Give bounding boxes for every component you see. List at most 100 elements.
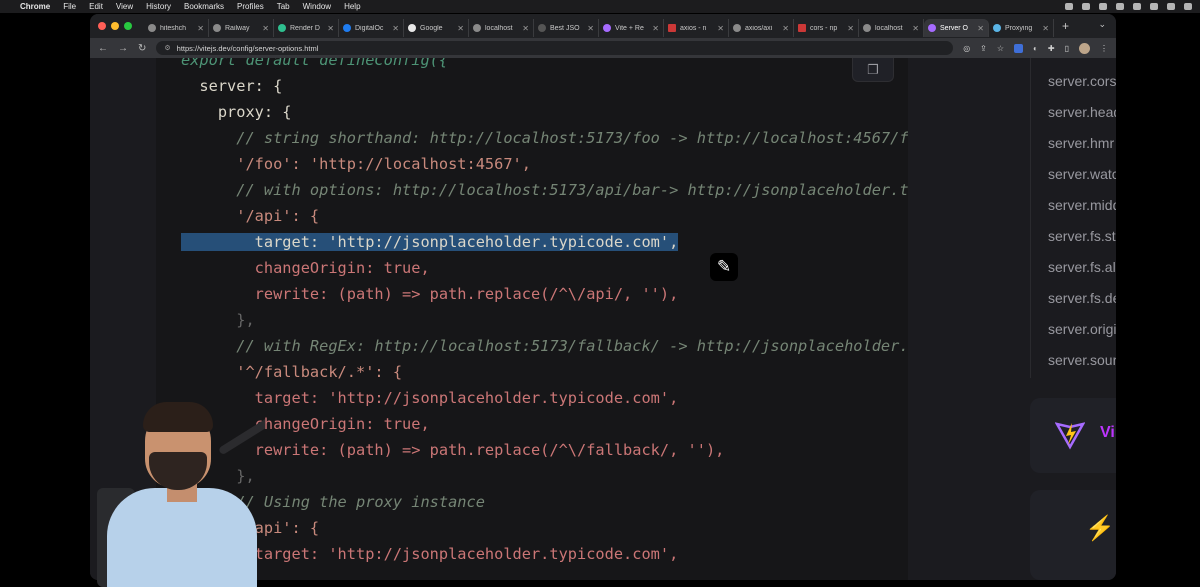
close-tab-icon[interactable]: ✕	[717, 24, 724, 33]
tab-best-json[interactable]: Best JSO ✕	[534, 19, 599, 37]
status-icon[interactable]	[1065, 3, 1073, 10]
close-tab-icon[interactable]: ✕	[847, 24, 854, 33]
minimize-window-button[interactable]	[111, 22, 119, 30]
menu-profiles[interactable]: Profiles	[237, 2, 264, 11]
tab-axios-npm[interactable]: axios - n ✕	[664, 19, 729, 37]
menu-history[interactable]: History	[146, 2, 171, 11]
control-center-icon[interactable]	[1167, 3, 1175, 10]
tab-vite-react[interactable]: Vite + Re ✕	[599, 19, 664, 37]
close-tab-icon[interactable]: ✕	[522, 24, 529, 33]
page-icon	[538, 24, 546, 32]
code-comment: // with RegEx: http://localhost:5173/fal…	[181, 337, 908, 355]
code-line: proxy: {	[181, 103, 292, 121]
feature-card[interactable]: ⚡	[1030, 490, 1116, 580]
share-icon[interactable]: ⇪	[980, 44, 987, 53]
close-tab-icon[interactable]: ✕	[587, 24, 594, 33]
npm-icon	[798, 24, 806, 32]
address-bar[interactable]: ⚙ https://vitejs.dev/config/server-optio…	[156, 41, 954, 55]
tab-proxying[interactable]: Proxying ✕	[989, 19, 1054, 37]
forward-arrow-icon[interactable]: →	[118, 43, 128, 54]
menu-tab[interactable]: Tab	[277, 2, 290, 11]
new-tab-button[interactable]: +	[1062, 19, 1069, 33]
reload-icon[interactable]: ↻	[138, 43, 146, 54]
google-lens-icon[interactable]: ◎	[963, 44, 970, 53]
close-tab-icon[interactable]: ✕	[1042, 24, 1049, 33]
close-tab-icon[interactable]: ✕	[457, 24, 464, 33]
more-menu-icon[interactable]: ⋮	[1100, 44, 1108, 53]
outline-link[interactable]: server.fs.allow	[1048, 252, 1116, 283]
menu-help[interactable]: Help	[344, 2, 360, 11]
menu-edit[interactable]: Edit	[89, 2, 103, 11]
close-tab-icon[interactable]: ✕	[197, 24, 204, 33]
menu-view[interactable]: View	[116, 2, 133, 11]
close-tab-icon[interactable]: ✕	[327, 24, 334, 33]
browser-toolbar: ← → ↻ ⚙ https://vitejs.dev/config/server…	[90, 38, 1116, 58]
tab-localhost[interactable]: localhost ✕	[469, 19, 534, 37]
copy-icon: ❐	[867, 61, 879, 77]
tab-axios-github[interactable]: axios/axi ✕	[729, 19, 794, 37]
tab-render[interactable]: Render D ✕	[274, 19, 339, 37]
menu-bookmarks[interactable]: Bookmarks	[184, 2, 224, 11]
outline-link[interactable]: server.origin	[1048, 314, 1116, 345]
close-tab-icon[interactable]: ✕	[652, 24, 659, 33]
npm-icon	[668, 24, 676, 32]
tab-digitalocean[interactable]: DigitalOc ✕	[339, 19, 404, 37]
globe-icon	[473, 24, 481, 32]
tab-strip: hiteshch ✕ Railway ✕ Render D ✕ DigitalOc ✕ …	[90, 14, 1116, 38]
code-block: export default defineConfig({ server: { …	[156, 58, 908, 580]
outline-link[interactable]: server.sourcemapIgnoreList	[1048, 345, 1116, 376]
code-line: server: {	[181, 77, 283, 95]
tab-server-options[interactable]: Server O ✕	[924, 19, 989, 37]
extensions-puzzle-icon[interactable]: ✚	[1048, 44, 1055, 53]
google-icon	[408, 24, 416, 32]
wifi-icon[interactable]	[1150, 3, 1158, 10]
outline-divider	[1030, 58, 1031, 378]
outline-link[interactable]: server.headers	[1048, 97, 1116, 128]
outline-link[interactable]: server.fs.deny	[1048, 283, 1116, 314]
zoom-window-button[interactable]	[124, 22, 132, 30]
code-comment: // string shorthand: http://localhost:51…	[181, 129, 908, 147]
close-tab-icon[interactable]: ✕	[262, 24, 269, 33]
status-icon[interactable]	[1116, 3, 1124, 10]
url-text[interactable]: https://vitejs.dev/config/server-options…	[177, 44, 319, 53]
tab-google[interactable]: Google ✕	[404, 19, 469, 37]
menu-file[interactable]: File	[63, 2, 76, 11]
code-line: rewrite: (path) => path.replace(/^\/api/…	[181, 285, 679, 303]
outline-link[interactable]: server.fs.strict	[1048, 221, 1116, 252]
outline-link[interactable]: server.middlewareMode	[1048, 190, 1116, 221]
extension-icon[interactable]: ◐	[1033, 44, 1038, 53]
tab-localhost-2[interactable]: localhost ✕	[859, 19, 924, 37]
extension-icon[interactable]	[1014, 43, 1024, 53]
close-tab-icon[interactable]: ✕	[977, 24, 984, 33]
webcam-overlay	[95, 400, 265, 587]
outline-link[interactable]: server.watch	[1048, 159, 1116, 190]
status-icon[interactable]	[1082, 3, 1090, 10]
side-panel-icon[interactable]: ▯	[1065, 44, 1069, 53]
chevron-down-icon[interactable]: ⌄	[1098, 19, 1106, 30]
annotation-pencil-icon[interactable]: ✎	[710, 253, 738, 281]
site-info-icon[interactable]: ⚙	[164, 44, 170, 52]
menu-app-name[interactable]: Chrome	[20, 2, 50, 11]
menu-window[interactable]: Window	[303, 2, 331, 11]
outline-link[interactable]: server.cors	[1048, 66, 1116, 97]
close-tab-icon[interactable]: ✕	[912, 24, 919, 33]
status-icon[interactable]	[1133, 3, 1141, 10]
tab-railway[interactable]: Railway ✕	[209, 19, 274, 37]
code-text[interactable]: export default defineConfig({ server: { …	[181, 58, 908, 567]
status-icon[interactable]	[1099, 3, 1107, 10]
bookmark-star-icon[interactable]: ☆	[997, 44, 1004, 53]
back-arrow-icon[interactable]: ←	[98, 43, 108, 54]
tab-hiteshch[interactable]: hiteshch ✕	[144, 19, 209, 37]
close-tab-icon[interactable]: ✕	[392, 24, 399, 33]
digitalocean-icon	[343, 24, 351, 32]
tab-cors-npm[interactable]: cors - np ✕	[794, 19, 859, 37]
toolbar-actions: ◎ ⇪ ☆ ◐ ✚ ▯ ⋮	[963, 42, 1108, 54]
github-icon	[733, 24, 741, 32]
close-tab-icon[interactable]: ✕	[782, 24, 789, 33]
sponsor-card[interactable]: Vi	[1030, 398, 1116, 473]
close-window-button[interactable]	[98, 22, 106, 30]
profile-avatar[interactable]	[1079, 42, 1090, 54]
copy-code-button[interactable]: ❐	[852, 58, 894, 82]
siri-icon[interactable]	[1184, 3, 1192, 10]
outline-link[interactable]: server.hmr	[1048, 128, 1116, 159]
